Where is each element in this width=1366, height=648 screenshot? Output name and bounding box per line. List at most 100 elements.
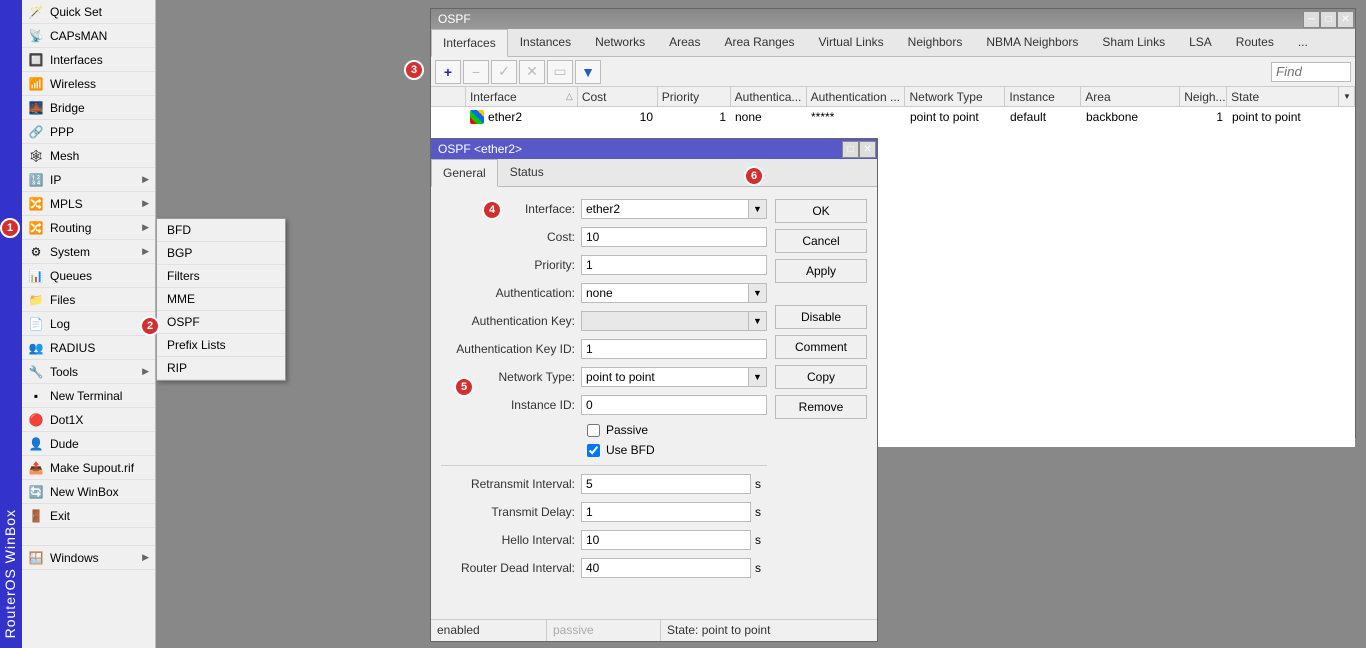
- transmitdelay-field[interactable]: 1: [581, 502, 751, 522]
- cost-field[interactable]: 10: [581, 227, 767, 247]
- sidebar-item-quick-set[interactable]: 🪄 Quick Set: [22, 0, 155, 24]
- tab-sham-links[interactable]: Sham Links: [1090, 28, 1177, 56]
- column-header[interactable]: Authentica...: [731, 87, 807, 106]
- sidebar-item-routing[interactable]: 🔀 Routing▶: [22, 216, 155, 240]
- sidebar-item-bridge[interactable]: 🌉 Bridge: [22, 96, 155, 120]
- submenu-item-prefix-lists[interactable]: Prefix Lists: [157, 334, 285, 357]
- dropdown-icon[interactable]: ▼: [749, 367, 767, 387]
- disable-button[interactable]: Disable: [775, 305, 867, 329]
- column-header[interactable]: Network Type: [905, 87, 1005, 106]
- sidebar-item-radius[interactable]: 👥 RADIUS: [22, 336, 155, 360]
- comment-button[interactable]: Comment: [775, 335, 867, 359]
- tab-general[interactable]: General: [431, 159, 498, 187]
- column-header[interactable]: Interface△: [466, 87, 578, 106]
- close-button[interactable]: ✕: [859, 141, 876, 158]
- tab-areas[interactable]: Areas: [657, 28, 712, 56]
- usebfd-checkbox[interactable]: [587, 444, 600, 457]
- tab-lsa[interactable]: LSA: [1177, 28, 1224, 56]
- tab-networks[interactable]: Networks: [583, 28, 657, 56]
- authkeyid-field[interactable]: 1: [581, 339, 767, 359]
- tab-status[interactable]: Status: [498, 158, 556, 186]
- sidebar-item-queues[interactable]: 📊 Queues: [22, 264, 155, 288]
- submenu-item-bfd[interactable]: BFD: [157, 219, 285, 242]
- passive-checkbox[interactable]: [587, 424, 600, 437]
- sidebar-item-tools[interactable]: 🔧 Tools▶: [22, 360, 155, 384]
- ok-button[interactable]: OK: [775, 199, 867, 223]
- sidebar-item-new-winbox[interactable]: 🔄 New WinBox: [22, 480, 155, 504]
- hello-field[interactable]: 10: [581, 530, 751, 550]
- dropdown-icon[interactable]: ▼: [749, 199, 767, 219]
- ospf-window-titlebar[interactable]: OSPF ─ □ ✕: [431, 9, 1355, 29]
- table-row[interactable]: ether2101none*****point to pointdefaultb…: [431, 107, 1355, 127]
- sidebar-item-files[interactable]: 📁 Files: [22, 288, 155, 312]
- add-button[interactable]: +: [435, 60, 461, 84]
- sidebar-item-dude[interactable]: 👤 Dude: [22, 432, 155, 456]
- maximize-button[interactable]: □: [1320, 11, 1337, 28]
- dialog-titlebar[interactable]: OSPF <ether2> □ ✕: [431, 139, 877, 159]
- column-header[interactable]: Instance: [1005, 87, 1081, 106]
- copy-button[interactable]: Copy: [775, 365, 867, 389]
- submenu-item-filters[interactable]: Filters: [157, 265, 285, 288]
- column-header[interactable]: Cost: [578, 87, 658, 106]
- sidebar-item-new-terminal[interactable]: ▪ New Terminal: [22, 384, 155, 408]
- tab-routes[interactable]: Routes: [1224, 28, 1286, 56]
- find-input[interactable]: [1271, 62, 1351, 82]
- submenu-item-rip[interactable]: RIP: [157, 357, 285, 380]
- authkey-field[interactable]: [581, 311, 749, 331]
- instanceid-field[interactable]: 0: [581, 395, 767, 415]
- tab-interfaces[interactable]: Interfaces: [431, 29, 508, 57]
- tab-[interactable]: ...: [1286, 28, 1320, 56]
- tab-instances[interactable]: Instances: [508, 28, 583, 56]
- tab-nbma-neighbors[interactable]: NBMA Neighbors: [974, 28, 1090, 56]
- remove-button[interactable]: Remove: [775, 395, 867, 419]
- enable-button[interactable]: ✓: [491, 60, 517, 84]
- routerdead-field[interactable]: 40: [581, 558, 751, 578]
- sidebar-item-mpls[interactable]: 🔀 MPLS▶: [22, 192, 155, 216]
- ospf-tabs: InterfacesInstancesNetworksAreasArea Ran…: [431, 29, 1355, 57]
- submenu-item-bgp[interactable]: BGP: [157, 242, 285, 265]
- priority-field[interactable]: 1: [581, 255, 767, 275]
- minimize-button[interactable]: ─: [1303, 11, 1320, 28]
- filter-button[interactable]: ▼: [575, 60, 601, 84]
- sidebar-item-mesh[interactable]: 🕸 Mesh: [22, 144, 155, 168]
- dropdown-icon[interactable]: ▼: [749, 311, 767, 331]
- column-header[interactable]: Neigh...: [1180, 87, 1227, 106]
- column-header[interactable]: Priority: [658, 87, 731, 106]
- close-button[interactable]: ✕: [1337, 11, 1354, 28]
- remove-button[interactable]: −: [463, 60, 489, 84]
- sidebar-item-ip[interactable]: 🔢 IP▶: [22, 168, 155, 192]
- routerdead-label: Router Dead Interval:: [441, 561, 581, 575]
- tab-virtual-links[interactable]: Virtual Links: [807, 28, 896, 56]
- authentication-field[interactable]: none: [581, 283, 749, 303]
- sidebar-item-dot1x[interactable]: 🔴 Dot1X: [22, 408, 155, 432]
- maximize-button[interactable]: □: [842, 141, 859, 158]
- column-header[interactable]: [431, 87, 466, 106]
- sidebar-item-windows[interactable]: 🪟 Windows ▶: [22, 546, 155, 570]
- tab-area-ranges[interactable]: Area Ranges: [712, 28, 806, 56]
- sidebar-item-interfaces[interactable]: 🔲 Interfaces: [22, 48, 155, 72]
- column-menu-button[interactable]: ▼: [1339, 87, 1355, 106]
- sidebar-item-log[interactable]: 📄 Log: [22, 312, 155, 336]
- sidebar-item-system[interactable]: ⚙ System▶: [22, 240, 155, 264]
- column-header[interactable]: Authentication ...: [807, 87, 906, 106]
- submenu-item-ospf[interactable]: OSPF: [157, 311, 285, 334]
- dropdown-icon[interactable]: ▼: [749, 283, 767, 303]
- sidebar-item-make-supout.rif[interactable]: 📤 Make Supout.rif: [22, 456, 155, 480]
- mpls-icon: 🔀: [28, 196, 44, 212]
- sidebar-item-capsman[interactable]: 📡 CAPsMAN: [22, 24, 155, 48]
- interface-field[interactable]: ether2: [581, 199, 749, 219]
- nettype-field[interactable]: point to point: [581, 367, 749, 387]
- retransmit-field[interactable]: 5: [581, 474, 751, 494]
- sidebar-item-exit[interactable]: 🚪 Exit: [22, 504, 155, 528]
- disable-button[interactable]: ✕: [519, 60, 545, 84]
- cancel-button[interactable]: Cancel: [775, 229, 867, 253]
- sidebar-item-wireless[interactable]: 📶 Wireless: [22, 72, 155, 96]
- submenu-item-mme[interactable]: MME: [157, 288, 285, 311]
- sidebar-item-ppp[interactable]: 🔗 PPP: [22, 120, 155, 144]
- authkeyid-label: Authentication Key ID:: [441, 342, 581, 356]
- column-header[interactable]: Area: [1081, 87, 1180, 106]
- comment-button[interactable]: ▭: [547, 60, 573, 84]
- tab-neighbors[interactable]: Neighbors: [896, 28, 975, 56]
- apply-button[interactable]: Apply: [775, 259, 867, 283]
- column-header[interactable]: State: [1227, 87, 1339, 106]
